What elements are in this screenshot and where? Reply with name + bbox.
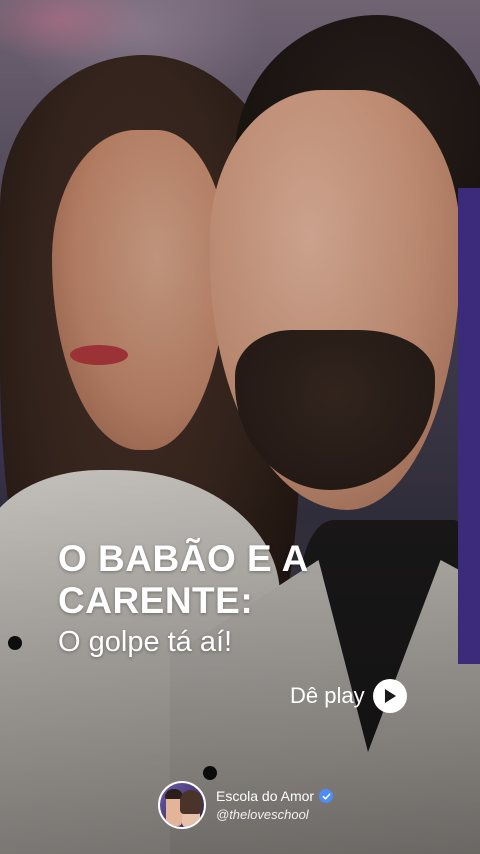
play-label: Dê play [290, 683, 365, 708]
dark-overlay [0, 0, 480, 854]
play-icon[interactable] [372, 679, 407, 713]
play-cta-button[interactable]: Dê play [290, 679, 407, 713]
story-card[interactable]: O BABÃO E A CARENTE: O golpe tá aí! Dê p… [0, 0, 480, 854]
accent-bar [458, 188, 480, 664]
subtitle: O golpe tá aí! [58, 626, 233, 658]
avatar [158, 781, 206, 829]
profile-name: Escola do Amor [216, 788, 315, 804]
profile-name-row: Escola do Amor [216, 788, 334, 804]
headline: O BABÃO E A CARENTE: [58, 538, 358, 622]
profile-text: Escola do Amor @theloveschool [216, 788, 334, 822]
profile-handle: @theloveschool [216, 807, 309, 822]
verified-badge-icon [319, 789, 334, 803]
headline-line-1: O BABÃO E A [58, 538, 309, 579]
headline-line-2: CARENTE: [58, 580, 254, 621]
profile-link[interactable]: Escola do Amor @theloveschool [158, 781, 334, 829]
